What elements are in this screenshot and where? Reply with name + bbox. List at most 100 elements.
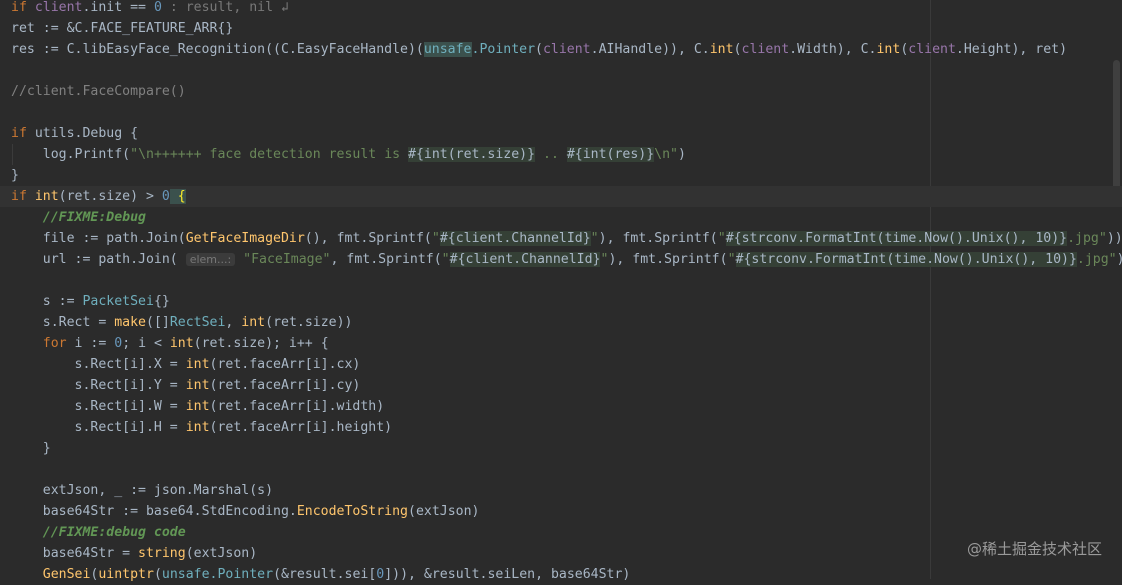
token-string: .jpg" xyxy=(1067,231,1107,246)
token-text: (extJson) xyxy=(185,546,258,561)
token-builtin: int xyxy=(185,357,210,372)
token-text: .init == xyxy=(82,0,154,15)
code-line-19: s.Rect[i].Y = int(ret.faceArr[i].cy) xyxy=(0,375,1122,396)
token-package: fmt xyxy=(622,231,647,246)
token-text: , xyxy=(330,252,347,267)
token-builtin: uintptr xyxy=(98,567,154,582)
code-line-1: if client.init == 0 : result, nil ↲ xyxy=(0,0,1122,18)
token-text: ( xyxy=(535,42,543,57)
code-line-7: if utils.Debug { xyxy=(0,123,1122,144)
token-variable: client xyxy=(34,0,83,15)
token-text: base64Str = xyxy=(42,546,139,561)
token-text: (ret.faceArr[i].width) xyxy=(209,399,385,414)
token-type: .Pointer xyxy=(209,567,274,582)
token-text: (ret.size); i++ { xyxy=(193,336,329,351)
indent-guide xyxy=(12,144,13,165)
code-line-12: file := path.Join(GetFaceImageDir(), fmt… xyxy=(0,228,1122,249)
code-line-3: res := C.libEasyFace_Recognition((C.Easy… xyxy=(0,39,1122,60)
token-text: s.Rect[i].H = xyxy=(74,420,186,435)
token-text: .Marshal(s) xyxy=(185,483,274,498)
token-package: fmt xyxy=(336,231,361,246)
token-string: " xyxy=(727,252,736,267)
token-package: json xyxy=(153,483,186,498)
token-string: " xyxy=(431,231,440,246)
token-number: 0 xyxy=(161,189,170,204)
token-function: GenSei xyxy=(42,567,91,582)
watermark: @稀土掘金技术社区 xyxy=(966,540,1102,558)
token-text: ([] xyxy=(146,315,170,330)
token-keyword: if xyxy=(11,0,35,15)
token-text: (ret.faceArr[i].height) xyxy=(209,420,393,435)
token-text: .Printf( xyxy=(66,147,131,162)
token-text: ( xyxy=(733,42,742,57)
token-string: " xyxy=(441,252,450,267)
token-text: .Sprintf( xyxy=(370,252,442,267)
token-text: .Sprintf( xyxy=(646,231,718,246)
token-text: , xyxy=(225,315,242,330)
token-builtin: int xyxy=(241,315,266,330)
code-line-27: base64Str = string(extJson) xyxy=(0,543,1122,564)
token-text: )) xyxy=(1106,231,1122,246)
token-builtin: int xyxy=(709,42,734,57)
code-line-15: s := PacketSei{} xyxy=(0,291,1122,312)
token-package: fmt xyxy=(632,252,657,267)
token-package: base64 xyxy=(145,504,194,519)
token-text: res := C.libEasyFace_Recognition((C.Easy… xyxy=(11,42,424,57)
token-package: path xyxy=(98,252,131,267)
token-text: s.Rect[i].W = xyxy=(74,399,186,414)
token-builtin: int xyxy=(169,336,194,351)
token-builtin: make xyxy=(114,315,146,330)
token-interpolation: #{int(res)} xyxy=(566,147,655,162)
token-text: s := xyxy=(42,294,83,309)
token-text: .StdEncoding. xyxy=(193,504,297,519)
token-text: .Sprintf( xyxy=(656,252,728,267)
token-todo-comment: //FIXME:Debug xyxy=(42,210,146,225)
token-variable: client xyxy=(908,42,956,57)
token-package: path xyxy=(106,231,139,246)
token-text: )) xyxy=(1117,252,1122,267)
token-string: \n" xyxy=(654,147,678,162)
token-keyword: if xyxy=(11,126,35,141)
token-text: base64Str := xyxy=(42,504,146,519)
token-text: } xyxy=(11,168,19,183)
token-function: GetFaceImageDir xyxy=(185,231,305,246)
token-text: ; i < xyxy=(122,336,170,351)
code-line-26: //FIXME:debug code xyxy=(0,522,1122,543)
brace-match-highlight: { xyxy=(169,189,186,204)
token-text: .Width), C. xyxy=(789,42,877,57)
folded-code-hint[interactable]: : result, nil ↲ xyxy=(162,0,289,15)
token-text: url := xyxy=(42,252,99,267)
code-line-25: base64Str := base64.StdEncoding.EncodeTo… xyxy=(0,501,1122,522)
token-text: } xyxy=(42,441,51,456)
token-text: (), xyxy=(304,231,337,246)
code-line-5: //client.FaceCompare() xyxy=(0,81,1122,102)
token-string: " xyxy=(590,231,599,246)
token-text: s.Rect[i].Y = xyxy=(74,378,186,393)
code-line-9: } xyxy=(0,165,1122,186)
token-string: .jpg" xyxy=(1076,252,1117,267)
token-builtin: int xyxy=(876,42,901,57)
token-text: {} xyxy=(153,294,170,309)
token-text: .Height), ret) xyxy=(955,42,1068,57)
token-number: 0 xyxy=(114,336,123,351)
token-builtin: int xyxy=(185,378,210,393)
token-type: PacketSei xyxy=(82,294,154,309)
code-editor[interactable]: if client.init == 0 : result, nil ↲ ret … xyxy=(0,0,1122,582)
token-todo-comment: //FIXME:debug code xyxy=(42,525,186,540)
token-text: ret := &C.FACE_FEATURE_ARR{} xyxy=(11,21,234,36)
token-builtin: int xyxy=(185,399,210,414)
token-string: " xyxy=(717,231,726,246)
token-builtin: int xyxy=(34,189,59,204)
token-text: (extJson) xyxy=(408,504,480,519)
code-line-13: url := path.Join( elem...: "FaceImage", … xyxy=(0,249,1122,270)
token-text: (ret.size) > xyxy=(58,189,162,204)
code-line-11: //FIXME:Debug xyxy=(0,207,1122,228)
token-text: (ret.faceArr[i].cx) xyxy=(209,357,361,372)
token-package: fmt xyxy=(346,252,371,267)
token-keyword: if xyxy=(11,189,35,204)
token-text: extJson, _ := xyxy=(42,483,154,498)
token-text: ])), &result.seiLen, base64Str) xyxy=(384,567,631,582)
code-line-16: s.Rect = make([]RectSei, int(ret.size)) xyxy=(0,312,1122,333)
token-text: ( xyxy=(153,567,162,582)
token-text: ), xyxy=(598,231,623,246)
